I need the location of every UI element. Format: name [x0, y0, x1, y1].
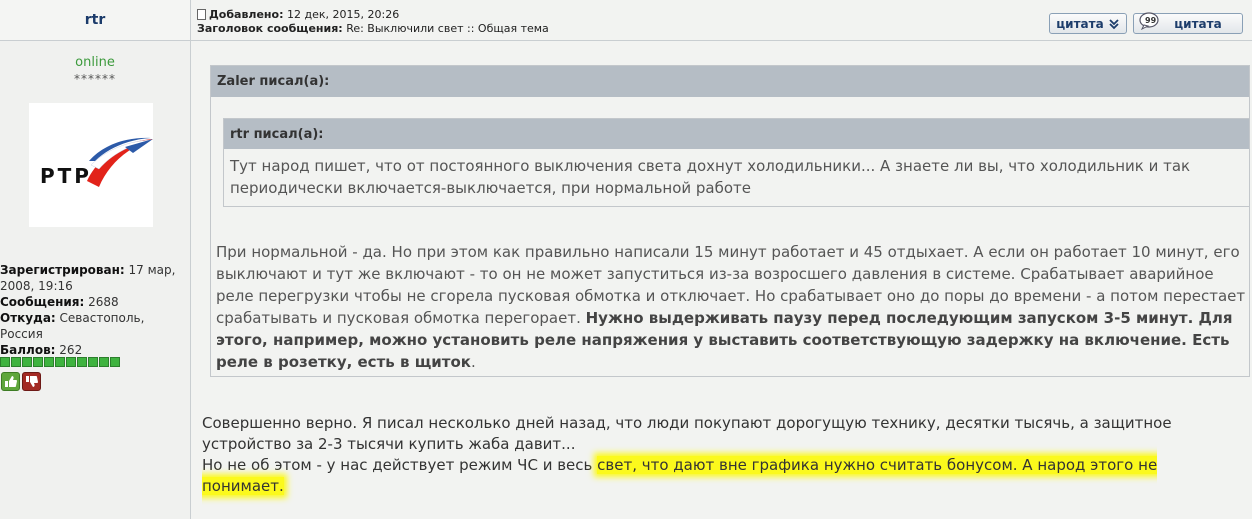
thumbs-up-icon[interactable] [1, 372, 20, 391]
author-panel: rtr online ****** РТР Зарегистрирован: 1… [0, 0, 191, 519]
post-panel: Добавлено: 12 дек, 2015, 20:26 Заголовок… [191, 0, 1252, 519]
double-chevron-down-icon [1109, 18, 1119, 29]
registered-row: Зарегистрирован: 17 мар, 2008, 19:16 [0, 263, 176, 293]
from-row: Откуда: Севастополь, Россия [0, 311, 145, 341]
inner-quote-text: Тут народ пишет, что от постоянного выкл… [230, 157, 1191, 197]
online-status: online [75, 55, 115, 70]
rtr-logo: РТР [40, 137, 153, 188]
quote-button[interactable]: 99 цитата [1133, 12, 1243, 34]
subject-row: Заголовок сообщения: Re: Выключили свет … [197, 22, 549, 35]
author-username[interactable]: rtr [85, 12, 106, 28]
messages-row: Сообщения: 2688 [0, 295, 119, 309]
outer-quote-text: При нормальной - да. Но при этом как пра… [216, 243, 1246, 371]
rank-bar [0, 357, 120, 367]
speech-bubble-icon: 99 [1139, 12, 1159, 30]
post-meta: Добавлено: 12 дек, 2015, 20:26 Заголовок… [197, 8, 549, 36]
author-header: rtr [0, 0, 190, 41]
inner-quote-header: rtr писал(а): [224, 119, 1249, 149]
svg-text:99: 99 [1145, 16, 1157, 25]
header-divider [191, 40, 1252, 41]
quote-selected-button[interactable]: цитата [1049, 13, 1127, 34]
added-row: Добавлено: 12 дек, 2015, 20:26 [197, 8, 549, 22]
author-info: Зарегистрирован: 17 мар, 2008, 19:16 Соо… [0, 262, 188, 358]
inner-quote-block: rtr писал(а): Тут народ пишет, что от по… [223, 118, 1250, 207]
post-document-icon [197, 9, 206, 20]
thumbs-down-icon[interactable] [22, 372, 41, 391]
avatar-logo-text: РТР [40, 164, 92, 188]
post-body-line2: Но не об этом - у нас действует режим ЧС… [202, 456, 1158, 495]
outer-quote-header: Zaler писал(а): [211, 66, 1249, 97]
avatar: РТР [29, 103, 153, 227]
post-body: Совершенно верно. Я писал несколько дней… [202, 413, 1242, 497]
post-body-line1: Совершенно верно. Я писал несколько дней… [202, 414, 1172, 453]
points-row: Баллов: 262 [0, 343, 83, 357]
outer-quote-block: Zaler писал(а): rtr писал(а): Тут народ … [210, 65, 1250, 377]
rank-stars: ****** [74, 72, 116, 86]
